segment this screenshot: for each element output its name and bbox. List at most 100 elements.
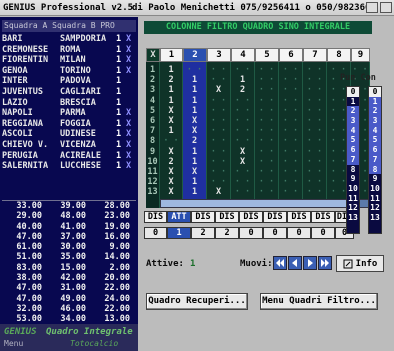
- grid-column[interactable]: · · · · X · · · · · · · · · · · · · · · · · · X: [207, 62, 231, 208]
- con-value[interactable]: 2: [369, 106, 381, 117]
- con-value[interactable]: 10: [369, 184, 381, 194]
- grid-cell[interactable]: X: [231, 157, 254, 168]
- grid-cell[interactable]: X: [160, 167, 182, 178]
- pun-value[interactable]: 9: [347, 174, 359, 184]
- grid-cell[interactable]: 1: [183, 76, 206, 86]
- column-header-7[interactable]: 7: [303, 48, 327, 62]
- grid-cell[interactable]: · ·: [255, 106, 278, 117]
- grid-cell[interactable]: · ·: [279, 96, 302, 107]
- horizontal-scrollbar[interactable]: [160, 199, 372, 208]
- columns-grid[interactable]: 1 2 3 4 5 6 7 8 9 10 11 12 13 1 2 1 1 X X 1 · · X 2 X X X · · 1 1 1 1 X…: [146, 62, 370, 208]
- grid-cell[interactable]: · ·: [279, 116, 302, 127]
- pun-value[interactable]: 2: [347, 106, 359, 117]
- grid-cell[interactable]: · ·: [207, 76, 230, 86]
- match-row[interactable]: INTER PADOVA 1: [2, 76, 136, 87]
- grid-cell[interactable]: · ·: [231, 167, 254, 178]
- column-header-1[interactable]: 1: [160, 48, 183, 62]
- column-header-5[interactable]: 5: [255, 48, 279, 62]
- grid-cell[interactable]: 1: [183, 106, 206, 117]
- con-value[interactable]: 0: [369, 87, 381, 97]
- grid-cell[interactable]: · ·: [231, 65, 254, 76]
- pun-value[interactable]: 8: [347, 165, 359, 175]
- grid-cell[interactable]: X: [160, 178, 182, 188]
- con-value[interactable]: 7: [369, 154, 381, 165]
- grid-cell[interactable]: 1: [183, 86, 206, 96]
- pun-value[interactable]: 4: [347, 125, 359, 136]
- grid-cell[interactable]: · ·: [231, 106, 254, 117]
- grid-cell[interactable]: · ·: [303, 106, 326, 117]
- match-row[interactable]: JUVENTUS CAGLIARI 1: [2, 87, 136, 98]
- column-toggle[interactable]: DIS: [287, 211, 311, 223]
- grid-column[interactable]: · ·· ·· ·· ·· ·· ·· ·· ·· ·· ·· ·· ·· ·: [303, 62, 327, 208]
- column-header-8[interactable]: 8: [327, 48, 351, 62]
- column-header-3[interactable]: 3: [207, 48, 231, 62]
- grid-cell[interactable]: 1: [183, 188, 206, 198]
- column-header-9[interactable]: 9: [351, 48, 370, 62]
- column-header-6[interactable]: 6: [279, 48, 303, 62]
- grid-cell[interactable]: · ·: [279, 157, 302, 168]
- pun-value[interactable]: 10: [347, 184, 359, 194]
- quadro-recuperi-button[interactable]: Quadro Recuperi...: [146, 293, 248, 310]
- pun-value[interactable]: 7: [347, 154, 359, 165]
- pun-value[interactable]: 12: [347, 203, 359, 213]
- pun-value[interactable]: 13: [347, 213, 359, 223]
- column-toggle[interactable]: DIS: [215, 211, 239, 223]
- grid-cell[interactable]: 1: [160, 96, 182, 107]
- grid-cell[interactable]: · ·: [279, 188, 302, 198]
- pun-value[interactable]: 3: [347, 116, 359, 126]
- match-row[interactable]: GENOA TORINO 1 X: [2, 66, 136, 77]
- grid-cell[interactable]: X: [183, 167, 206, 178]
- match-row[interactable]: NAPOLI PARMA 1 X: [2, 108, 136, 119]
- grid-cell[interactable]: · ·: [255, 86, 278, 96]
- column-toggle[interactable]: DIS: [263, 211, 287, 223]
- grid-cell[interactable]: · ·: [303, 96, 326, 107]
- grid-cell[interactable]: · ·: [303, 157, 326, 168]
- grid-cell[interactable]: · ·: [279, 106, 302, 117]
- grid-column[interactable]: · · 1 1 1 1 X X 2 1 1 X 1 1: [183, 62, 207, 208]
- grid-cell[interactable]: · ·: [207, 96, 230, 107]
- grid-cell[interactable]: · ·: [183, 65, 206, 76]
- grid-cell[interactable]: · ·: [279, 167, 302, 178]
- grid-cell[interactable]: · ·: [303, 137, 326, 147]
- pun-value[interactable]: 6: [347, 145, 359, 155]
- grid-cell[interactable]: 1: [231, 76, 254, 86]
- grid-cell[interactable]: X: [231, 147, 254, 158]
- grid-cell[interactable]: · ·: [255, 157, 278, 168]
- zoom-gadget-icon[interactable]: [380, 2, 392, 13]
- grid-cell[interactable]: · ·: [231, 127, 254, 137]
- grid-cell[interactable]: · ·: [207, 65, 230, 76]
- match-row[interactable]: REGGIANA FOGGIA 1 X: [2, 119, 136, 130]
- grid-cell[interactable]: · ·: [255, 188, 278, 198]
- grid-cell[interactable]: · ·: [207, 157, 230, 168]
- con-value[interactable]: 6: [369, 145, 381, 155]
- grid-cell[interactable]: 2: [160, 76, 182, 86]
- con-value[interactable]: 13: [369, 213, 381, 223]
- grid-cell[interactable]: · ·: [279, 178, 302, 188]
- grid-cell[interactable]: · ·: [207, 147, 230, 158]
- grid-cell[interactable]: · ·: [207, 178, 230, 188]
- grid-cell[interactable]: · ·: [279, 65, 302, 76]
- grid-cell[interactable]: · ·: [255, 178, 278, 188]
- grid-cell[interactable]: · ·: [160, 137, 182, 147]
- pun-value[interactable]: 5: [347, 135, 359, 146]
- con-value[interactable]: 3: [369, 116, 381, 126]
- pun-column[interactable]: 0 1 2 3 4 5 6 7 8 9 10 11 12 13: [346, 86, 360, 234]
- column-toggle[interactable]: DIS: [239, 211, 263, 223]
- con-value[interactable]: 11: [369, 194, 381, 204]
- match-row[interactable]: CREMONESE ROMA 1 X: [2, 45, 136, 56]
- grid-cell[interactable]: · ·: [303, 167, 326, 178]
- grid-cell[interactable]: · ·: [279, 127, 302, 137]
- grid-cell[interactable]: · ·: [255, 76, 278, 86]
- move-last-button[interactable]: [318, 256, 332, 270]
- grid-cell[interactable]: X: [160, 188, 182, 198]
- grid-cell[interactable]: · ·: [207, 116, 230, 127]
- pun-value[interactable]: 1: [347, 97, 359, 107]
- match-row[interactable]: PERUGIA ACIREALE 1 X: [2, 151, 136, 162]
- depth-gadget-icon[interactable]: [366, 2, 378, 13]
- grid-cell[interactable]: X: [207, 86, 230, 96]
- grid-cell[interactable]: · ·: [207, 127, 230, 137]
- grid-cell[interactable]: 1: [183, 147, 206, 158]
- column-toggle[interactable]: DIS: [144, 211, 167, 223]
- grid-cell[interactable]: · ·: [303, 76, 326, 86]
- grid-cell[interactable]: X: [207, 188, 230, 198]
